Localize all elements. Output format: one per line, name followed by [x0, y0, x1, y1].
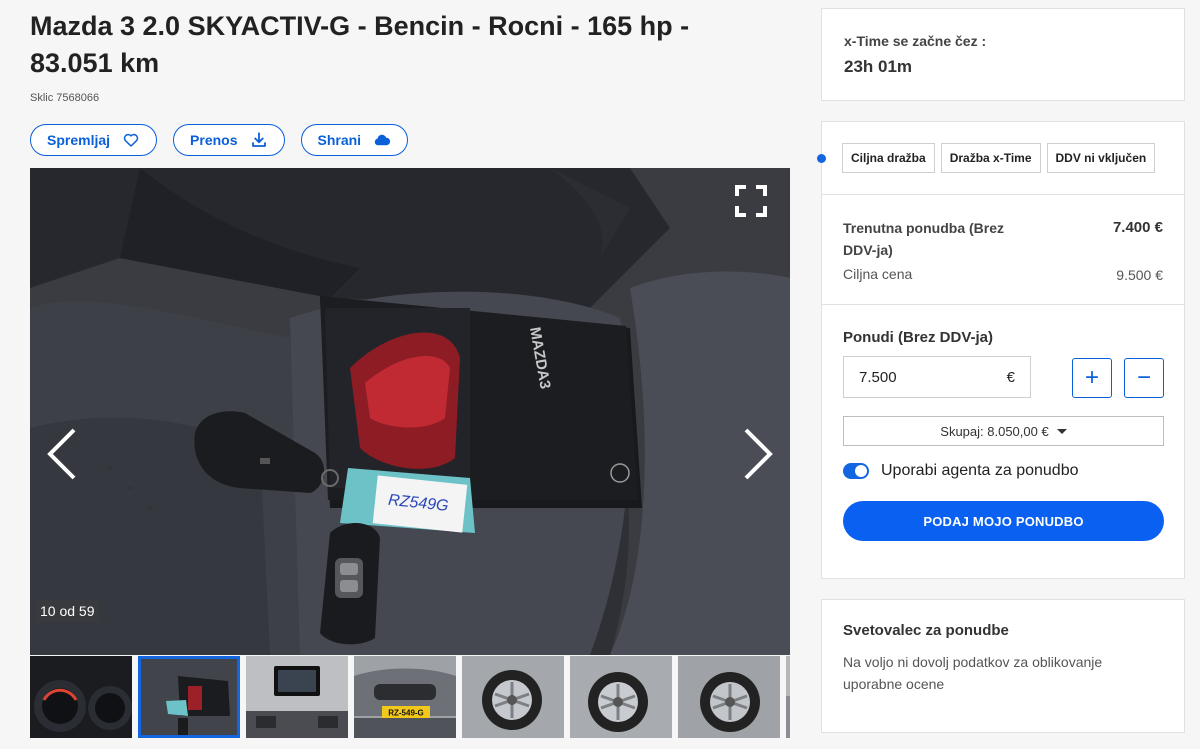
photo-gallery[interactable]: MAZDA3 RZ549G 10 od 59 [30, 168, 790, 655]
advisor-text: Na voljo ni dovolj podatkov za oblikovan… [843, 654, 1103, 692]
chevron-left-icon[interactable] [44, 426, 80, 482]
current-bid-label: Trenutna ponudba (Brez DDV-ja) [843, 220, 1004, 258]
photo-counter: 10 od 59 [36, 600, 99, 622]
agent-toggle-row: Uporabi agenta za ponudbo [843, 462, 1079, 480]
caret-down-icon [1056, 428, 1067, 434]
current-bid-value: 7.400 € [1112, 219, 1163, 236]
currency-symbol: € [1006, 368, 1015, 386]
xtime-timer-card: x-Time se začne čez : 23h 01m [821, 8, 1185, 101]
heart-icon [123, 133, 139, 147]
thumb-keys[interactable] [138, 656, 240, 738]
front-thumb-image: RZ-549-G [354, 656, 456, 738]
offer-amount-input[interactable]: 7.500 € [843, 356, 1031, 398]
follow-button[interactable]: Spremljaj [30, 124, 158, 156]
save-button[interactable]: Shrani [300, 124, 409, 156]
transfer-label: Prenos [190, 132, 238, 148]
download-icon [251, 132, 266, 147]
total-dropdown[interactable]: Skupaj: 8.050,00 € [843, 416, 1164, 446]
wheel-thumb-image-1 [462, 656, 564, 738]
decrease-bid-button[interactable]: − [1124, 358, 1164, 398]
submit-bid-button[interactable]: PODAJ MOJO PONUDBO [843, 501, 1164, 541]
listing-actions: Spremljaj Prenos Shrani [30, 124, 409, 156]
agent-toggle[interactable] [843, 463, 869, 479]
auction-tags: Ciljna dražba Dražba x-Time DDV ni vklju… [842, 143, 1156, 173]
thumb-wheel-3[interactable] [678, 656, 780, 738]
infotainment-thumb-image [246, 656, 348, 738]
offer-label: Ponudi (Brez DDV-ja) [843, 329, 994, 346]
divider [822, 304, 1184, 305]
bid-advisor-card: Svetovalec za ponudbe Na voljo ni dovolj… [821, 599, 1185, 733]
transfer-button[interactable]: Prenos [173, 124, 285, 156]
target-price-value: 9.500 € [1116, 267, 1163, 283]
offer-amount-value: 7.500 [859, 368, 897, 386]
thumbnail-strip: RZ-549-G [30, 656, 790, 738]
increase-bid-button[interactable]: + [1072, 358, 1112, 398]
thumb-wheel-1[interactable] [462, 656, 564, 738]
follow-label: Spremljaj [47, 132, 111, 148]
total-amount: Skupaj: 8.050,00 € [940, 423, 1049, 439]
dashboard-thumb-image [30, 656, 132, 738]
advisor-title: Svetovalec za ponudbe [843, 622, 1009, 639]
bid-card: Ciljna dražba Dražba x-Time DDV ni vklju… [817, 121, 1185, 579]
timer-value: 23h 01m [844, 57, 913, 76]
tag-xtime-auction: Dražba x-Time [940, 143, 1041, 173]
status-dot [817, 154, 826, 163]
keys-thumb-image [138, 656, 240, 738]
wheel-thumb-image-3 [678, 656, 780, 738]
timer-label: x-Time se začne čez : [844, 33, 987, 49]
chevron-right-icon[interactable] [740, 426, 776, 482]
thumb-dashboard[interactable] [30, 656, 132, 738]
license-plate-text: RZ-549-G [388, 709, 424, 718]
tag-target-auction: Ciljna dražba [842, 143, 935, 173]
target-price-label: Ciljna cena [843, 266, 913, 282]
tag-vat-excluded: DDV ni vključen [1046, 143, 1156, 173]
partial-thumb-image [786, 656, 790, 738]
thumb-infotainment[interactable] [246, 656, 348, 738]
listing-title: Mazda 3 2.0 SKYACTIV-G - Bencin - Rocni … [30, 11, 690, 78]
save-label: Shrani [317, 132, 362, 148]
agent-toggle-label: Uporabi agenta za ponudbo [881, 462, 1079, 479]
fullscreen-icon[interactable] [734, 184, 768, 218]
divider [822, 194, 1184, 195]
thumb-partial[interactable] [786, 656, 790, 738]
thumb-front[interactable]: RZ-549-G [354, 656, 456, 738]
thumb-wheel-2[interactable] [570, 656, 672, 738]
main-photo: MAZDA3 RZ549G [30, 168, 790, 655]
reference-number: Sklic 7568066 [30, 92, 100, 104]
cloud-icon [374, 134, 391, 146]
wheel-thumb-image-2 [570, 656, 672, 738]
